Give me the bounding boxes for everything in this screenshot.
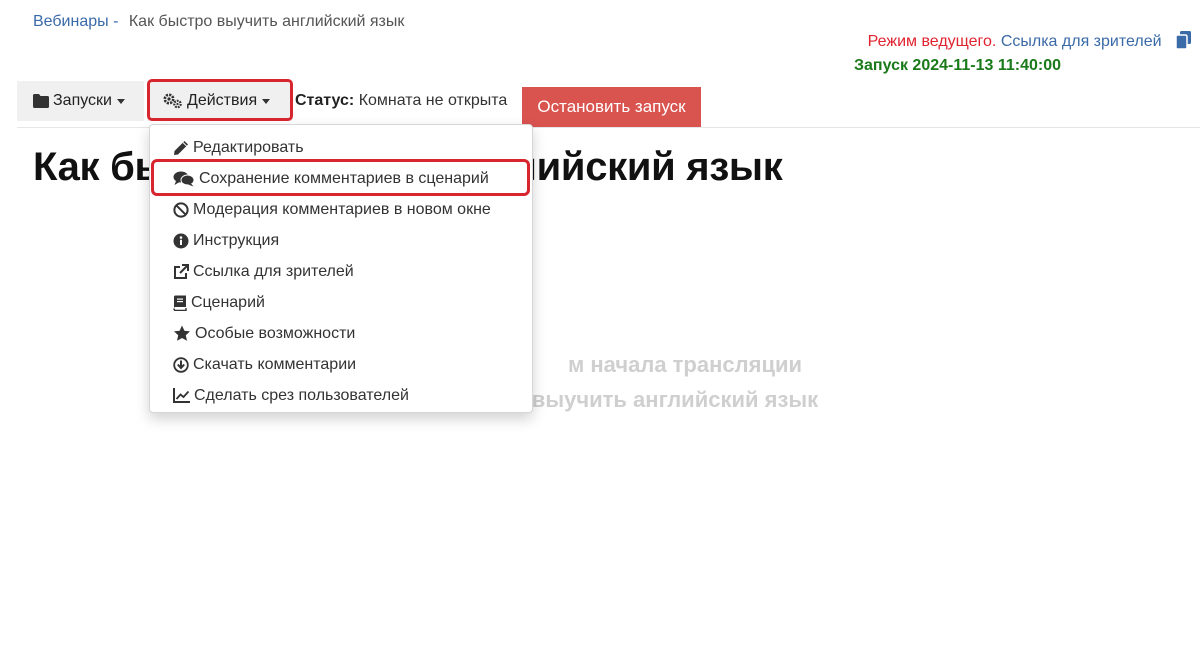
info-icon	[173, 233, 189, 248]
book-icon	[173, 295, 187, 311]
menu-item-label: Модерация комментариев в новом окне	[193, 200, 491, 218]
breadcrumb-webinars-link[interactable]: Вебинары	[33, 13, 109, 30]
breadcrumb-separator: -	[113, 13, 119, 30]
status-label: Статус:	[295, 92, 355, 109]
caret-down-icon	[116, 98, 125, 104]
launches-dropdown-button[interactable]: Запуски	[17, 81, 144, 121]
menu-item-label: Редактировать	[193, 138, 304, 156]
menu-item-label: Скачать комментарии	[193, 355, 357, 373]
presenter-mode-label: Режим ведущего.	[867, 33, 997, 50]
breadcrumb-current: Как быстро выучить английский язык	[128, 13, 405, 30]
menu-item-label: Сценарий	[191, 293, 265, 311]
launches-label: Запуски	[53, 92, 112, 109]
status-value: Комната не открыта	[358, 92, 508, 109]
actions-highlight-frame	[147, 79, 293, 121]
menu-item-label: Ссылка для зрителей	[193, 262, 354, 280]
room-status: Статус: Комната не открыта	[295, 92, 507, 110]
menu-item-label: Особые возможности	[195, 324, 356, 342]
folder-icon	[33, 94, 49, 108]
viewer-link[interactable]: Ссылка для зрителей	[1001, 33, 1162, 50]
header-right-info: Режим ведущего. Ссылка для зрителей Запу…	[854, 31, 1191, 74]
menu-item-moderation[interactable]: Модерация комментариев в новом окне	[150, 194, 532, 225]
copy-icon[interactable]	[1175, 31, 1191, 54]
menu-item-viewer-link[interactable]: Ссылка для зрителей	[150, 256, 532, 287]
menu-item-user-snapshot[interactable]: Сделать срез пользователей	[150, 380, 532, 411]
download-icon	[173, 356, 189, 373]
ban-icon	[173, 201, 189, 218]
menu-item-scenario[interactable]: Сценарий	[150, 287, 532, 318]
menu-item-special-features[interactable]: Особые возможности	[150, 318, 532, 349]
launch-info: Запуск 2024-11-13 11:40:00	[853, 57, 1061, 74]
menu-item-label: Сделать срез пользователей	[194, 386, 409, 404]
menu-item-instructions[interactable]: Инструкция	[150, 225, 532, 256]
breadcrumb: Вебинары - Как быстро выучить английский…	[33, 13, 404, 31]
pencil-icon	[174, 140, 188, 155]
menu-item-download-comments[interactable]: Скачать комментарии	[150, 349, 532, 380]
chart-line-icon	[173, 388, 190, 403]
menu-item-label: Инструкция	[193, 231, 280, 249]
save-comments-highlight-frame	[151, 159, 530, 196]
stop-launch-button[interactable]: Остановить запуск	[522, 87, 701, 127]
external-link-icon	[174, 263, 189, 279]
star-icon	[174, 325, 190, 341]
